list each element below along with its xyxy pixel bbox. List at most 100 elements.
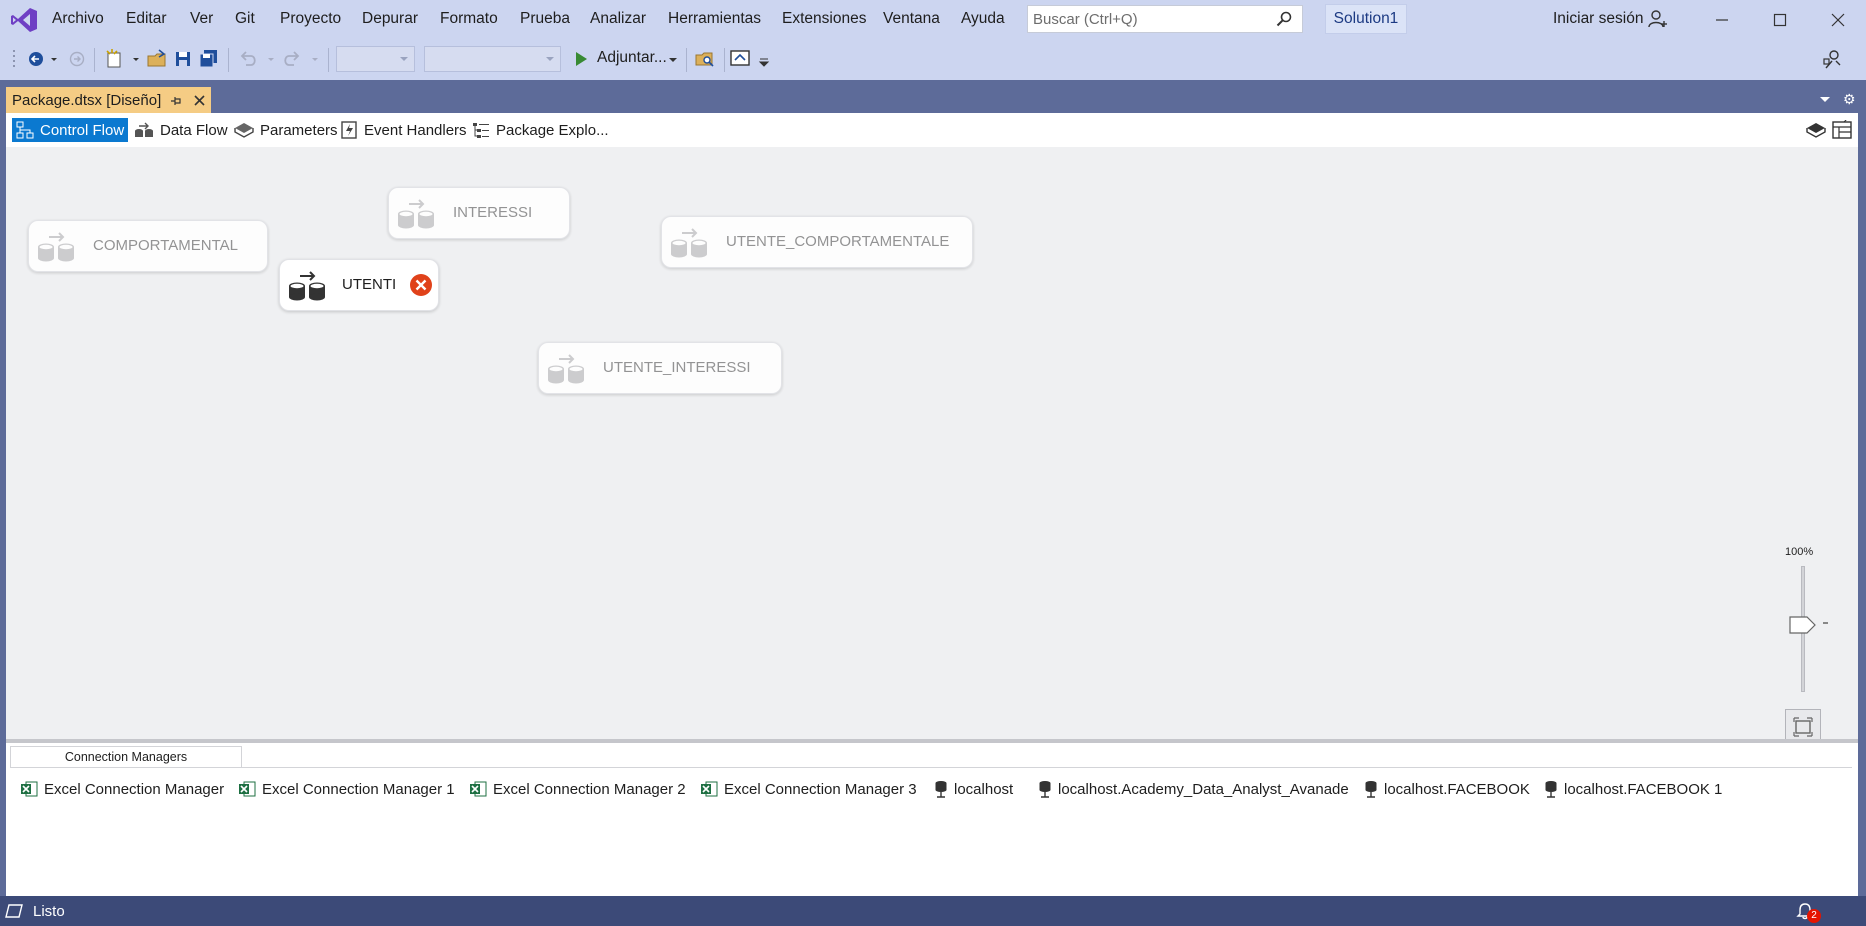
menu-formato[interactable]: Formato xyxy=(440,10,498,28)
toolbar-separator xyxy=(686,48,687,72)
live-share-feedback-icon[interactable] xyxy=(1822,48,1844,70)
data-flow-task-icon xyxy=(548,354,584,384)
save-icon[interactable] xyxy=(174,48,192,70)
signin-link[interactable]: Iniciar sesión xyxy=(1553,10,1643,28)
status-text: Listo xyxy=(33,903,65,920)
open-file-icon[interactable] xyxy=(146,48,168,70)
connection-manager-label: localhost.Academy_Data_Analyst_Avanade xyxy=(1058,780,1349,798)
navigate-forward-icon[interactable] xyxy=(68,48,86,70)
connection-manager-item[interactable]: Excel Connection Manager 2 xyxy=(469,778,686,800)
new-project-icon[interactable] xyxy=(104,48,140,70)
menu-proyecto[interactable]: Proyecto xyxy=(280,10,341,28)
notification-count-badge: 2 xyxy=(1807,909,1821,923)
task-interessi[interactable]: INTERESSI xyxy=(388,187,570,239)
pin-tab-icon[interactable] xyxy=(170,95,182,107)
attach-dropdown-icon[interactable] xyxy=(667,48,679,70)
tab-control-flow[interactable]: Control Flow xyxy=(12,118,129,142)
menu-analizar[interactable]: Analizar xyxy=(590,10,646,28)
menu-ayuda[interactable]: Ayuda xyxy=(961,10,1005,28)
tab-list-dropdown-icon[interactable] xyxy=(1820,97,1830,102)
connection-manager-item[interactable]: Excel Connection Manager 3 xyxy=(700,778,917,800)
menu-prueba[interactable]: Prueba xyxy=(520,10,570,28)
document-tab-package[interactable]: Package.dtsx [Diseño] xyxy=(6,87,211,114)
start-debug-icon[interactable] xyxy=(574,48,588,70)
gear-icon[interactable]: ⚙ xyxy=(1843,91,1856,108)
data-flow-task-icon xyxy=(398,199,434,229)
document-tab-label: Package.dtsx [Diseño] xyxy=(12,92,162,109)
find-in-files-icon[interactable] xyxy=(694,48,716,70)
connection-manager-item[interactable]: localhost.Academy_Data_Analyst_Avanade xyxy=(1038,778,1349,800)
task-comportamental[interactable]: COMPORTAMENTAL xyxy=(28,220,268,272)
zoom-slider-thumb[interactable] xyxy=(1789,616,1817,634)
connection-manager-label: Excel Connection Manager 2 xyxy=(493,780,686,798)
menu-editar[interactable]: Editar xyxy=(126,10,167,28)
tab-package-explorer[interactable]: Package Explo... xyxy=(468,118,613,142)
tab-parameters-label: Parameters xyxy=(260,121,338,139)
add-account-icon[interactable] xyxy=(1648,9,1668,29)
designer-tab-strip: Control Flow Data Flow Parameters Event … xyxy=(6,113,1858,147)
menu-ventana[interactable]: Ventana xyxy=(883,10,940,28)
tab-control-flow-label: Control Flow xyxy=(40,121,125,139)
connection-manager-item[interactable]: localhost xyxy=(934,778,1013,800)
control-flow-canvas[interactable]: COMPORTAMENTAL INTERESSI UTENTI UTENTE_C… xyxy=(6,147,1858,745)
close-window-icon[interactable] xyxy=(1826,8,1850,32)
attach-button[interactable]: Adjuntar... xyxy=(597,49,667,67)
task-utente-comportamentale[interactable]: UTENTE_COMPORTAMENTALE xyxy=(661,216,973,268)
task-label: UTENTE_INTERESSI xyxy=(603,359,751,376)
undo-icon[interactable] xyxy=(238,48,276,70)
tab-package-explorer-label: Package Explo... xyxy=(496,121,609,139)
tab-parameters[interactable]: Parameters xyxy=(230,118,342,142)
package-explorer-icon xyxy=(473,123,489,138)
connection-manager-label: Excel Connection Manager 1 xyxy=(262,780,455,798)
connection-manager-label: Excel Connection Manager xyxy=(44,780,225,798)
database-connection-icon xyxy=(1365,781,1377,798)
menu-herramientas[interactable]: Herramientas xyxy=(668,10,761,28)
menu-archivo[interactable]: Archivo xyxy=(52,10,104,28)
connection-manager-item[interactable]: Excel Connection Manager xyxy=(20,778,224,800)
close-tab-icon[interactable] xyxy=(193,94,206,107)
ssis-toolbox-icon[interactable] xyxy=(1832,120,1852,140)
redo-icon[interactable] xyxy=(282,48,320,70)
tab-data-flow-label: Data Flow xyxy=(160,121,228,139)
connection-managers-panel: Connection Managers Excel Connection Man… xyxy=(6,743,1858,896)
status-bar: Listo 2 xyxy=(0,896,1866,926)
save-all-icon[interactable] xyxy=(198,48,220,70)
toolbar-grip-icon[interactable] xyxy=(12,48,18,70)
control-flow-icon xyxy=(16,121,34,139)
menu-extensiones[interactable]: Extensiones xyxy=(782,10,866,28)
menu-ver[interactable]: Ver xyxy=(190,10,213,28)
connection-manager-label: localhost.FACEBOOK 1 xyxy=(1564,780,1723,798)
connection-manager-item[interactable]: localhost.FACEBOOK 1 xyxy=(1544,778,1722,800)
event-handlers-icon xyxy=(341,121,357,139)
excel-icon xyxy=(470,781,487,797)
tab-event-handlers[interactable]: Event Handlers xyxy=(336,118,471,142)
title-bar: Archivo Editar Ver Git Proyecto Depurar … xyxy=(0,0,1866,40)
data-flow-task-icon xyxy=(289,271,325,301)
search-input[interactable]: Buscar (Ctrl+Q) xyxy=(1027,5,1303,33)
maximize-icon[interactable] xyxy=(1768,8,1792,32)
connection-manager-item[interactable]: localhost.FACEBOOK xyxy=(1364,778,1530,800)
menu-depurar[interactable]: Depurar xyxy=(362,10,418,28)
task-utenti[interactable]: UTENTI xyxy=(279,259,439,311)
connection-managers-tab[interactable]: Connection Managers xyxy=(10,746,242,768)
menu-git[interactable]: Git xyxy=(235,10,255,28)
solution-configuration-dropdown[interactable] xyxy=(336,46,415,72)
variables-icon[interactable] xyxy=(1806,120,1826,140)
tab-event-handlers-label: Event Handlers xyxy=(364,121,467,139)
navigate-back-icon[interactable] xyxy=(26,48,58,70)
view-in-browser-icon[interactable] xyxy=(730,48,770,70)
solution-platform-dropdown[interactable] xyxy=(424,46,561,72)
excel-icon xyxy=(701,781,718,797)
zoom-level-label: 100% xyxy=(1785,546,1814,558)
task-label: UTENTI xyxy=(342,276,397,293)
toolbar-separator xyxy=(94,48,95,72)
visual-studio-logo-icon[interactable] xyxy=(10,7,38,33)
task-utente-interessi[interactable]: UTENTE_INTERESSI xyxy=(538,342,782,394)
ssis-package-designer: Control Flow Data Flow Parameters Event … xyxy=(6,113,1858,896)
error-icon[interactable] xyxy=(409,273,433,297)
solution-name-badge[interactable]: Solution1 xyxy=(1325,4,1407,34)
status-ready-icon xyxy=(5,904,23,918)
tab-data-flow[interactable]: Data Flow xyxy=(130,118,232,142)
connection-manager-item[interactable]: Excel Connection Manager 1 xyxy=(238,778,455,800)
minimize-icon[interactable] xyxy=(1710,8,1734,32)
